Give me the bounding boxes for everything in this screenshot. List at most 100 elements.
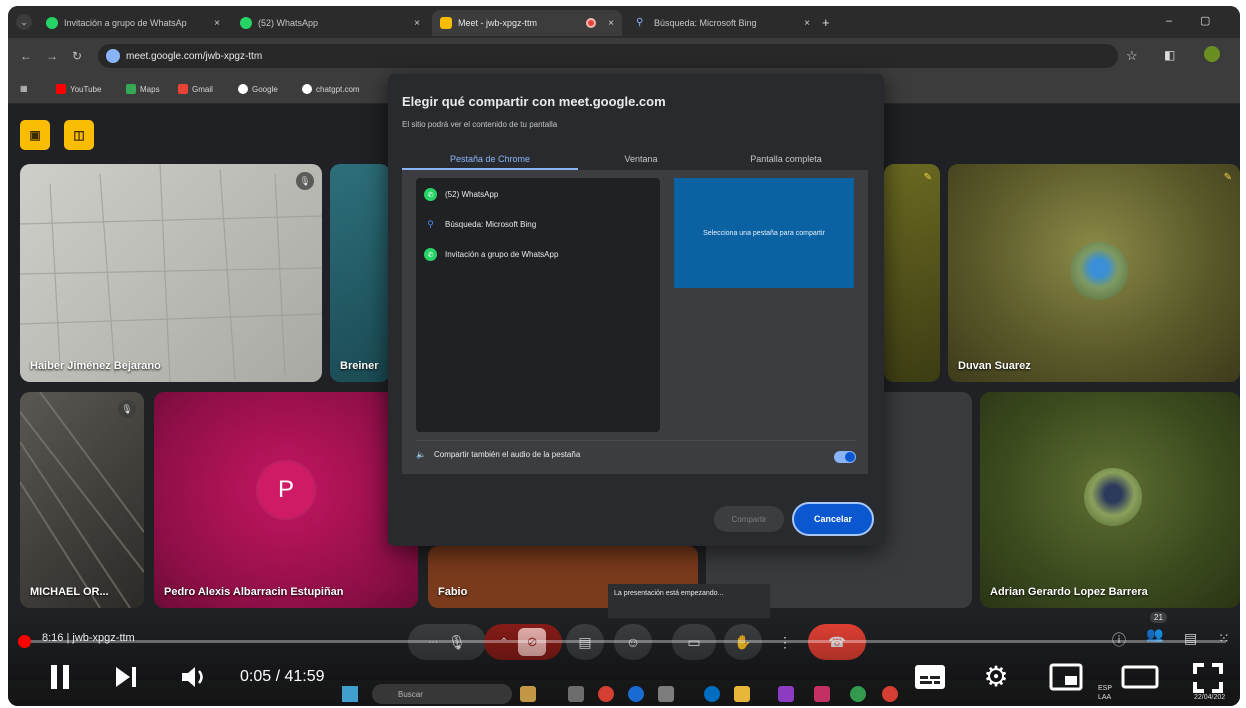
bookmark-chatgpt[interactable]: chatgpt.com [302,84,360,94]
whatsapp-icon: ✆ [424,248,437,261]
apps-grid-icon[interactable]: ▦ [20,84,28,93]
browser-tab-bar: ⌄ Invitación a grupo de WhatsAp × (52) W… [8,6,1240,38]
taskbar-app-icon[interactable] [778,686,794,702]
miniplayer-button[interactable] [1048,662,1084,692]
tab-label: Invitación a grupo de WhatsAp [64,18,187,28]
participant-name: Duvan Suarez [958,360,1031,372]
subtitles-icon [915,665,945,689]
pin-icon: ✎ [1223,172,1232,183]
meet-icon [440,17,452,29]
taskbar-app-icon[interactable] [568,686,584,702]
list-item[interactable]: ✆ (52) WhatsApp [424,188,498,201]
reload-icon[interactable]: ↻ [72,49,82,63]
keyboard-language[interactable]: ESP LAA [1098,684,1112,702]
volume-icon [182,667,203,687]
fullscreen-button[interactable] [1192,662,1224,694]
windows-start-icon[interactable] [342,686,358,702]
list-item[interactable]: ⚲ Búsqueda: Microsoft Bing [424,218,536,231]
volume-button[interactable] [180,664,210,690]
dialog-subtitle: El sitio podrá ver el contenido de tu pa… [402,120,558,129]
chrome-icon[interactable] [598,686,614,702]
tab-entire-screen[interactable]: Pantalla completa [704,148,868,170]
back-icon[interactable]: ← [20,49,32,63]
tab-search-icon[interactable]: ⌄ [16,14,32,30]
participant-name: Adrian Gerardo Lopez Barrera [990,586,1148,598]
fullscreen-icon [1193,663,1223,693]
bookmark-youtube[interactable]: YouTube [56,84,101,94]
maps-icon [126,84,136,94]
taskbar-search-input[interactable]: Buscar [372,684,512,704]
next-button[interactable] [112,664,140,690]
recording-icon [586,18,596,28]
profile-avatar[interactable] [1204,46,1220,62]
cancel-button[interactable]: Cancelar [792,502,874,536]
tab-window[interactable]: Ventana [578,148,704,170]
close-icon[interactable]: × [804,18,810,29]
subtitles-button[interactable] [912,662,948,692]
taskbar-app-icon[interactable] [658,686,674,702]
close-icon[interactable]: × [608,18,614,29]
minimize-button[interactable]: – [1166,15,1172,27]
mic-muted-icon: 🎙 [296,172,314,190]
taskbar-app-icon[interactable] [850,686,866,702]
youtube-icon [56,84,66,94]
google-icon [238,84,248,94]
address-bar-row: ← → ↻ meet.google.com/jwb-xpgz-ttm ☆ ◧ [8,38,1240,76]
avatar [1084,468,1142,526]
theater-mode-icon [1121,665,1159,689]
avatar [1070,242,1128,300]
theater-mode-button[interactable] [1120,662,1160,692]
tab-label: (52) WhatsApp [258,18,319,28]
site-info-icon[interactable] [106,49,120,63]
bookmark-star-icon[interactable]: ☆ [1126,48,1138,64]
tab-chrome-tab[interactable]: Pestaña de Chrome [402,148,578,170]
tab-whatsapp-invite[interactable]: Invitación a grupo de WhatsAp × [38,10,228,36]
taskbar-app-icon[interactable] [814,686,830,702]
extensions-icon[interactable]: ◧ [1164,48,1175,62]
activities-icon[interactable]: ▣ [20,120,50,150]
participant-tile-partial: ✎ [884,164,940,382]
taskbar-app-icon[interactable] [520,686,536,702]
skip-next-icon [116,667,136,687]
new-tab-button[interactable]: + [822,15,830,30]
share-audio-toggle[interactable] [834,451,856,463]
recording-info-icon[interactable]: ◫ [64,120,94,150]
whatsapp-icon: ✆ [424,188,437,201]
bookmark-google[interactable]: Google [238,84,278,94]
tab-whatsapp[interactable]: (52) WhatsApp × [232,10,428,36]
maximize-button[interactable]: ▢ [1200,14,1210,27]
search-icon: ⚲ [636,17,644,28]
tab-bing[interactable]: ⚲ Búsqueda: Microsoft Bing × [628,10,818,36]
chrome-icon[interactable] [882,686,898,702]
taskbar-app-icon[interactable] [628,686,644,702]
forward-icon[interactable]: → [46,49,58,63]
tile-video-background [20,392,144,608]
settings-icon[interactable]: ⚙ [980,660,1012,692]
whatsapp-icon [46,17,58,29]
close-icon[interactable]: × [414,18,420,29]
presentation-tooltip: La presentación está empezando... [608,584,770,618]
shareable-tab-list: ✆ (52) WhatsApp ⚲ Búsqueda: Microsoft Bi… [416,178,660,432]
pause-button[interactable] [46,662,74,692]
tab-preview: Selecciona una pestaña para compartir [674,178,854,288]
bookmark-label: YouTube [70,84,102,94]
gmail-icon [178,84,188,94]
dialog-body: ✆ (52) WhatsApp ⚲ Búsqueda: Microsoft Bi… [402,170,868,474]
tab-meet[interactable]: Meet - jwb-xpgz-ttm × [432,10,622,36]
miniplayer-icon [1049,663,1083,691]
tab-label: Meet - jwb-xpgz-ttm [458,18,538,28]
mic-muted-icon: 🎙 [118,400,136,418]
bookmark-maps[interactable]: Maps [126,84,160,94]
close-icon[interactable]: × [214,18,220,29]
share-audio-label: Compartir también el audio de la pestaña [433,450,581,459]
url-input[interactable]: meet.google.com/jwb-xpgz-ttm [98,44,1118,68]
list-item[interactable]: ✆ Invitación a grupo de WhatsApp [424,248,558,261]
edge-icon[interactable] [704,686,720,702]
bookmark-label: Gmail [192,84,213,94]
participant-tile: Breiner [330,164,390,382]
progress-bar[interactable] [18,635,1226,648]
folder-icon[interactable] [734,686,750,702]
share-button[interactable]: Compartir [714,506,784,532]
share-audio-row[interactable]: 🔈 Compartir también el audio de la pesta… [416,440,856,464]
bookmark-gmail[interactable]: Gmail [178,84,213,94]
